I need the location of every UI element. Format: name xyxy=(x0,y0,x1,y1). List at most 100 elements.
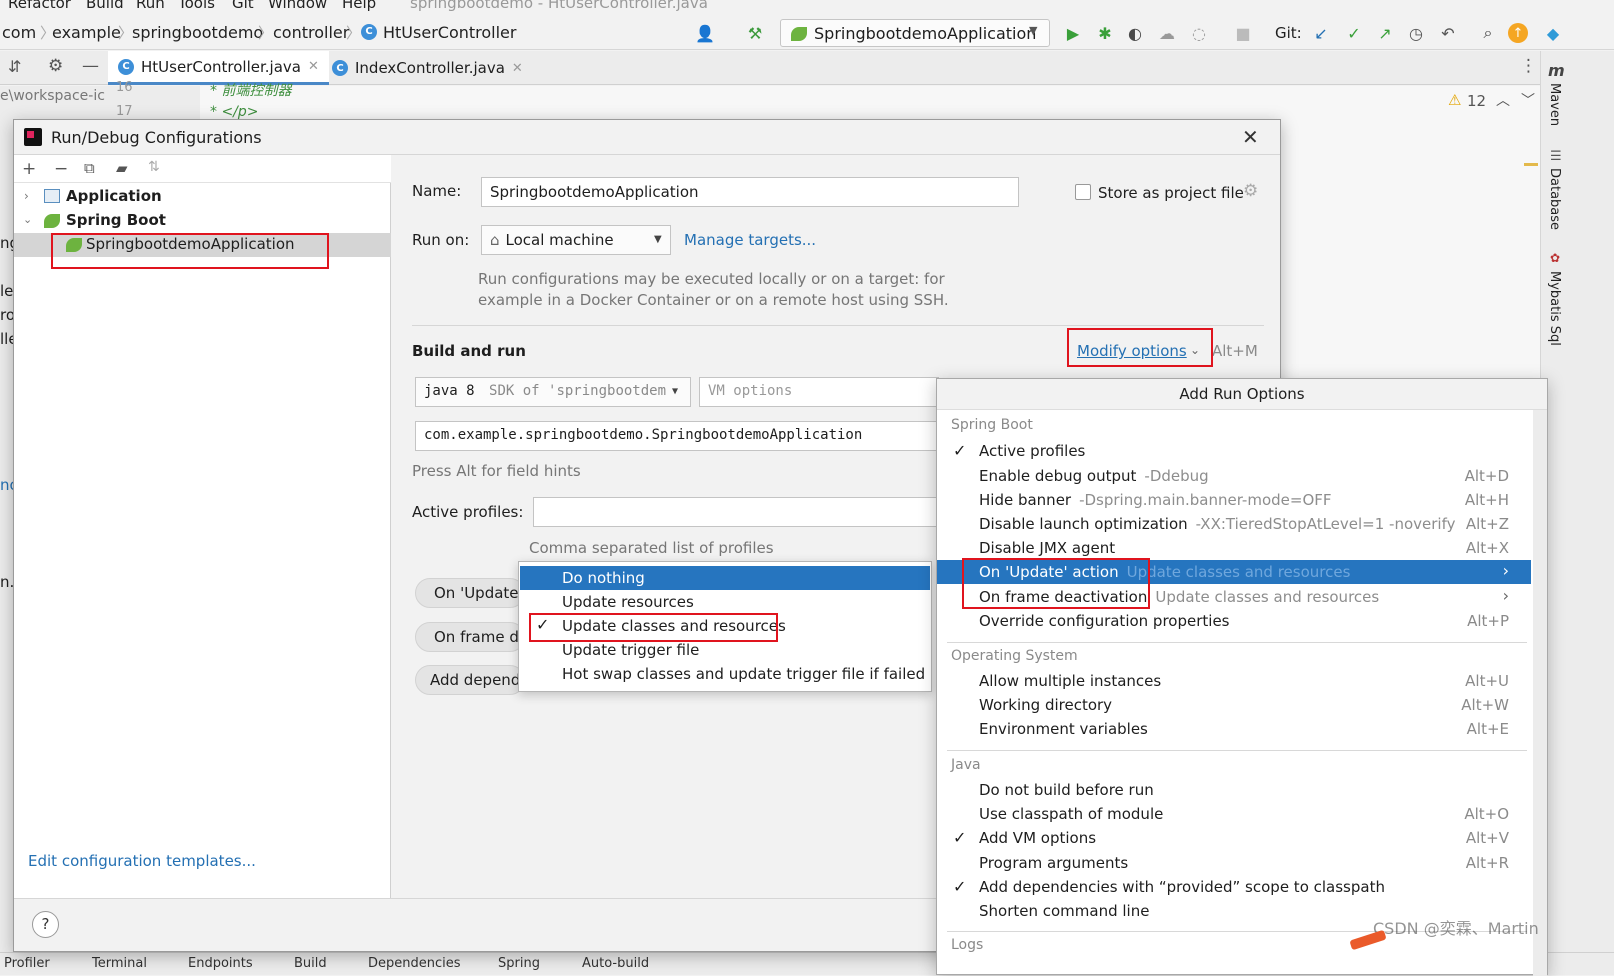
active-profiles-field[interactable] xyxy=(533,497,939,527)
run-on-dropdown[interactable]: ⌂ Local machine ▼ xyxy=(481,225,671,255)
menu-tools[interactable]: Tools xyxy=(178,0,215,12)
tree-item-springbootdemoapplication[interactable]: SpringbootdemoApplication xyxy=(14,233,391,257)
help-icon[interactable]: ? xyxy=(32,911,59,938)
update-option-hot-swap[interactable]: Hot swap classes and update trigger file… xyxy=(520,662,930,686)
option-hide-banner[interactable]: Hide banner -Dspring.main.banner-mode=OFF… xyxy=(937,488,1531,512)
warning-count: 12 xyxy=(1467,92,1487,110)
debug-bug-icon[interactable]: ✱ xyxy=(1094,22,1116,44)
breadcrumb-example[interactable]: example xyxy=(52,23,121,42)
mybatis-tool[interactable]: Mybatis Sql xyxy=(1547,271,1562,346)
on-update-option[interactable]: On 'Update' xyxy=(415,578,525,608)
terminal-tool[interactable]: Terminal xyxy=(92,956,147,971)
copy-icon[interactable]: ⧉ xyxy=(84,159,95,177)
manage-targets-link[interactable]: Manage targets... xyxy=(684,231,816,249)
close-icon[interactable]: ✕ xyxy=(512,61,523,76)
add-dependencies-option[interactable]: Add depend xyxy=(415,665,525,695)
endpoints-tool[interactable]: Endpoints xyxy=(188,956,253,971)
option-override-configuration-properties[interactable]: Override configuration properties Alt+P xyxy=(937,609,1531,633)
folder-icon[interactable]: ▰ xyxy=(116,159,128,177)
update-option-do-nothing[interactable]: Do nothing xyxy=(520,566,930,590)
option-on-update-action[interactable]: On 'Update' action Update classes and res… xyxy=(937,560,1531,584)
dependencies-tool[interactable]: Dependencies xyxy=(368,956,461,971)
chevron-down-icon[interactable]: ⌄ xyxy=(23,213,32,226)
run-icon[interactable]: ▶ xyxy=(1062,22,1084,44)
breadcrumb-com[interactable]: com xyxy=(2,23,36,42)
option-shortcut: Alt+R xyxy=(1465,854,1509,872)
tree-item-spring-boot[interactable]: ⌄ Spring Boot xyxy=(14,209,391,233)
stop-icon[interactable]: ■ xyxy=(1232,22,1254,44)
git-push-icon[interactable]: ↗ xyxy=(1374,22,1396,44)
profiler-icon[interactable]: ☁ xyxy=(1156,22,1178,44)
gear-icon[interactable]: ⚙ xyxy=(1243,181,1258,201)
menu-git[interactable]: Git xyxy=(232,0,254,12)
tab-indexcontroller[interactable]: C IndexController.java ✕ xyxy=(322,51,533,85)
add-run-options-popup: Add Run Options Spring Boot ✓ Active pro… xyxy=(936,378,1548,976)
git-commit-icon[interactable]: ✓ xyxy=(1343,22,1365,44)
option-do-not-build[interactable]: Do not build before run xyxy=(937,778,1531,802)
option-disable-launch-optimization[interactable]: Disable launch optimization -XX:TieredSto… xyxy=(937,512,1531,536)
warning-icon[interactable]: ⚠ xyxy=(1448,91,1461,109)
option-program-arguments[interactable]: Program arguments Alt+R xyxy=(937,851,1531,875)
search-icon[interactable]: ⌕ xyxy=(1477,22,1499,44)
chevron-up-icon[interactable]: ︿ xyxy=(1496,90,1510,110)
modify-options-link[interactable]: Modify options xyxy=(1077,342,1187,360)
option-disable-jmx-agent[interactable]: Disable JMX agent Alt+X xyxy=(937,536,1531,560)
minimize-icon[interactable]: — xyxy=(82,56,99,76)
build-hammer-icon[interactable]: ⚒ xyxy=(744,22,766,44)
update-option-resources[interactable]: Update resources xyxy=(520,590,930,614)
menu-window[interactable]: Window xyxy=(268,0,327,12)
gear-icon[interactable]: ⚙ xyxy=(48,56,63,76)
remove-icon[interactable]: − xyxy=(54,159,68,179)
main-class-field[interactable]: com.example.springbootdemo.Springbootdem… xyxy=(415,421,939,451)
chevron-right-icon[interactable]: › xyxy=(24,189,29,203)
jdk-dropdown[interactable]: java 8 SDK of 'springbootdem ▼ xyxy=(415,377,691,407)
option-on-frame-deactivation[interactable]: On frame deactivation Update classes and … xyxy=(937,585,1531,609)
auto-build-tool[interactable]: Auto-build xyxy=(582,956,649,971)
update-icon[interactable]: ↑ xyxy=(1508,23,1528,43)
name-field[interactable]: SpringbootdemoApplication xyxy=(481,177,1019,207)
option-environment-variables[interactable]: Environment variables Alt+E xyxy=(937,717,1531,741)
git-update-icon[interactable]: ↙ xyxy=(1310,22,1332,44)
close-icon[interactable]: ✕ xyxy=(308,59,319,74)
more-icon[interactable]: ⋮ xyxy=(1520,56,1537,76)
breadcrumb-springbootdemo[interactable]: springbootdemo xyxy=(132,23,263,42)
maven-tool[interactable]: Maven xyxy=(1547,83,1562,126)
breadcrumb-controller[interactable]: controller xyxy=(273,23,349,42)
spring-tool[interactable]: Spring xyxy=(498,956,540,971)
store-as-project-checkbox[interactable] xyxy=(1075,184,1091,200)
workspace-path: e\workspace-ic xyxy=(0,88,105,104)
history-icon[interactable]: ◷ xyxy=(1405,22,1427,44)
menu-help[interactable]: Help xyxy=(342,0,376,12)
option-allow-multiple-instances[interactable]: Allow multiple instances Alt+U xyxy=(937,669,1531,693)
database-tool[interactable]: Database xyxy=(1547,168,1562,230)
on-frame-deactivation-option[interactable]: On frame de xyxy=(415,622,525,652)
vm-options-field[interactable]: VM options xyxy=(699,377,939,407)
rollback-icon[interactable]: ↶ xyxy=(1437,22,1459,44)
update-option-trigger-file[interactable]: Update trigger file xyxy=(520,638,930,662)
option-enable-debug-output[interactable]: Enable debug output -Ddebug Alt+D xyxy=(937,464,1531,488)
build-tool[interactable]: Build xyxy=(294,956,327,971)
update-option-classes-and-resources[interactable]: ✓ Update classes and resources xyxy=(520,614,930,638)
menu-refactor[interactable]: Refactor xyxy=(8,0,71,12)
collapse-icon[interactable]: ⇵ xyxy=(8,57,21,76)
popup-scrollbar[interactable] xyxy=(1533,410,1547,976)
attach-icon[interactable]: ◌ xyxy=(1188,22,1210,44)
coverage-icon[interactable]: ◐ xyxy=(1124,22,1146,44)
run-config-dropdown[interactable]: SpringbootdemoApplication ▼ xyxy=(780,19,1050,47)
tree-item-application[interactable]: › Application xyxy=(14,185,391,209)
option-working-directory[interactable]: Working directory Alt+W xyxy=(937,693,1531,717)
chevron-down-icon[interactable]: ﹀ xyxy=(1521,90,1535,110)
profiler-tool[interactable]: Profiler xyxy=(4,956,50,971)
close-icon[interactable]: ✕ xyxy=(1242,125,1259,149)
edit-templates-link[interactable]: Edit configuration templates... xyxy=(28,852,256,870)
user-icon[interactable]: 👤 xyxy=(694,22,716,44)
option-add-provided-dependencies[interactable]: ✓ Add dependencies with “provided” scope… xyxy=(937,875,1531,899)
option-active-profiles[interactable]: ✓ Active profiles xyxy=(937,439,1531,463)
menu-run[interactable]: Run xyxy=(136,0,165,12)
breadcrumb-htusercontroller[interactable]: HtUserController xyxy=(383,23,516,42)
sort-icon[interactable]: ⇅ xyxy=(148,159,160,175)
add-icon[interactable]: + xyxy=(22,159,36,179)
option-use-classpath-of-module[interactable]: Use classpath of module Alt+O xyxy=(937,802,1531,826)
option-add-vm-options[interactable]: ✓ Add VM options Alt+V xyxy=(937,826,1531,850)
menu-build[interactable]: Build xyxy=(86,0,124,12)
